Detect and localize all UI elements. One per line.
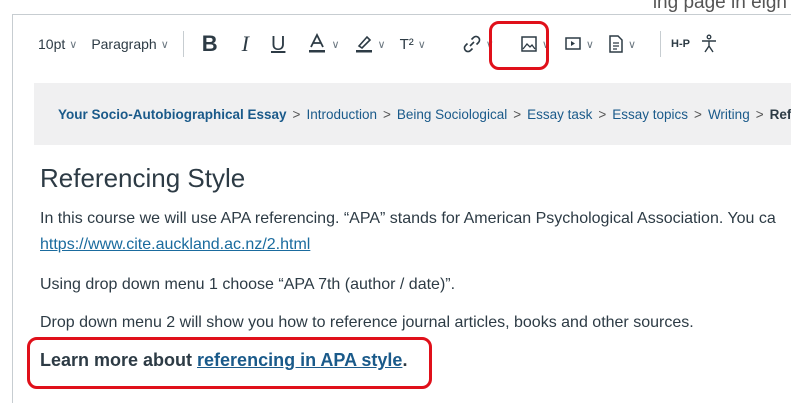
breadcrumb-item-essay-topics[interactable]: Essay topics: [612, 107, 688, 122]
editor-toolbar: 10pt ∨ Paragraph ∨ B I U ∨ ∨ T² ∨ ∨ ∨ ∨ …: [12, 14, 791, 74]
cite-auckland-link[interactable]: https://www.cite.auckland.ac.nz/2.html: [40, 236, 310, 253]
breadcrumb-separator: >: [292, 106, 301, 122]
bold-button[interactable]: B: [202, 31, 218, 57]
chevron-down-icon: ∨: [69, 38, 78, 51]
cropped-caption-text: ing page in eigh: [652, 0, 787, 12]
breadcrumb-item-essay-task[interactable]: Essay task: [527, 107, 592, 122]
italic-button[interactable]: I: [242, 31, 249, 57]
chevron-down-icon: ∨: [627, 38, 637, 51]
underline-button[interactable]: U: [271, 33, 285, 56]
accessibility-icon: [702, 34, 716, 53]
h5p-icon: H-P: [671, 38, 690, 50]
toolbar-divider: [182, 31, 184, 57]
text-color-button[interactable]: ∨: [307, 33, 340, 55]
italic-icon: I: [241, 31, 249, 56]
chevron-down-icon: ∨: [377, 38, 386, 51]
breadcrumb-separator: >: [755, 106, 764, 122]
media-button[interactable]: ∨: [564, 35, 594, 53]
link-icon: [463, 35, 481, 53]
breadcrumb-item-current: Refe: [769, 106, 791, 122]
font-size-label: 10pt: [38, 36, 66, 52]
block-format-label: Paragraph: [91, 36, 157, 52]
block-format-dropdown[interactable]: Paragraph ∨: [91, 36, 168, 52]
document-button[interactable]: ∨: [608, 35, 636, 53]
paragraph-apa-intro: In this course we will use APA referenci…: [40, 210, 776, 227]
highlight-icon: [355, 35, 372, 53]
learn-more-highlight: [27, 337, 432, 389]
breadcrumb-item-writing[interactable]: Writing: [708, 107, 750, 122]
superscript-button[interactable]: T² ∨: [400, 36, 426, 53]
paragraph-link-line: https://www.cite.auckland.ac.nz/2.html: [40, 236, 310, 254]
chevron-down-icon: ∨: [160, 38, 169, 51]
chevron-down-icon: ∨: [331, 38, 340, 51]
breadcrumb-item-introduction[interactable]: Introduction: [306, 107, 377, 122]
toolbar-divider: [660, 31, 662, 57]
highlight-color-button[interactable]: ∨: [354, 33, 386, 55]
breadcrumb-separator: >: [694, 106, 702, 122]
breadcrumb: Your Socio-Autobiographical Essay > Intr…: [34, 83, 791, 145]
chevron-down-icon: ∨: [417, 38, 426, 51]
breadcrumb-item-being-sociological[interactable]: Being Sociological: [397, 107, 507, 122]
media-icon: [565, 37, 581, 50]
breadcrumb-separator: >: [382, 106, 391, 122]
chevron-down-icon: ∨: [585, 38, 594, 51]
paragraph-dropdown-1: Using drop down menu 1 choose “APA 7th (…: [40, 276, 456, 293]
link-tool-highlight: [489, 21, 549, 70]
text-color-icon: [309, 33, 326, 53]
superscript-icon: T²: [399, 35, 414, 53]
h5p-button[interactable]: H-P: [671, 38, 690, 50]
bold-icon: B: [201, 31, 218, 56]
underline-icon: U: [270, 32, 286, 55]
document-icon: [609, 35, 623, 53]
page-heading: Referencing Style: [40, 163, 246, 193]
breadcrumb-separator: >: [598, 106, 607, 122]
breadcrumb-item-essay[interactable]: Your Socio-Autobiographical Essay: [58, 107, 287, 122]
breadcrumb-separator: >: [513, 106, 522, 122]
paragraph-dropdown-2: Drop down menu 2 will show you how to re…: [40, 314, 694, 331]
accessibility-checker-button[interactable]: [700, 34, 718, 54]
font-size-dropdown[interactable]: 10pt ∨: [38, 36, 77, 52]
